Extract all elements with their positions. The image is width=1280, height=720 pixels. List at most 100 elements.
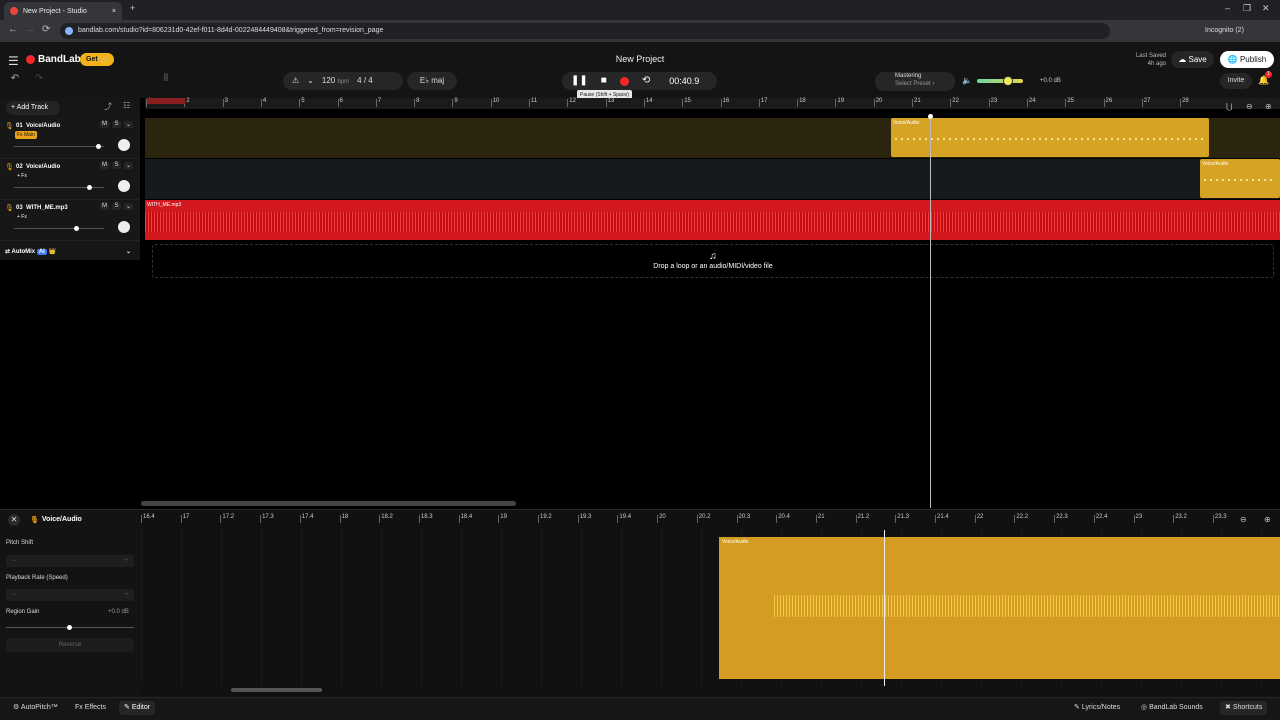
mute-button[interactable]: M [100,203,109,210]
undo-icon[interactable]: ↶ [6,73,24,84]
timeline-ruler[interactable]: 1234567891011121314151617181920212223242… [145,98,1280,109]
increase-icon[interactable]: + [124,555,128,567]
track-pan-knob[interactable] [118,180,130,192]
site-info-icon[interactable] [65,27,73,35]
track-chevron-icon[interactable]: ⌄ [124,203,133,210]
decrease-icon[interactable]: – [12,555,15,567]
pause-icon[interactable]: ❚❚ [571,72,588,90]
track-header-2[interactable]: 🎙 02 Voice/Audio M S ⌄ + Fx [0,159,140,200]
editor-audio-region[interactable]: Voice/Audio [719,537,1280,679]
save-button[interactable]: ☁ Save [1171,51,1214,68]
playhead-handle[interactable] [928,114,933,119]
master-volume-slider[interactable] [977,79,1023,83]
loop-icon[interactable]: ⟲ [642,72,650,90]
track-chevron-icon[interactable]: ⌄ [124,162,133,169]
time-signature[interactable]: 4 / 4 [357,72,373,90]
autopitch-button[interactable]: ⚙ AutoPitch™ [8,701,63,715]
incognito-label[interactable]: Incognito (2) [1205,23,1244,39]
drop-zone[interactable]: ♫ Drop a loop or an audio/MIDI/video fil… [152,244,1274,278]
audio-region-track2[interactable]: Voice/Audio [1200,159,1280,198]
audio-region-track1[interactable]: Voice/Audio [891,118,1209,157]
track-volume-slider[interactable] [14,185,104,190]
region-gain-knob[interactable] [67,625,72,630]
maximize-icon[interactable]: ❐ [1243,3,1251,14]
tempo-control[interactable]: ⚠ ⌄ 120 bpm 4 / 4 [283,72,403,90]
track-chevron-icon[interactable]: ⌄ [124,121,133,128]
pitch-shift-stepper[interactable]: – + [6,555,134,567]
zoom-out-icon[interactable]: ⊖ [1246,102,1253,111]
playback-rate-stepper[interactable]: – + [6,589,134,601]
master-volume-knob[interactable] [1003,76,1013,86]
automix-chevron-icon[interactable]: ⌄ [126,245,131,259]
mastering-button[interactable]: Mastering Select Preset › [875,72,955,91]
mute-button[interactable]: M [100,162,109,169]
editor-ruler[interactable]: 16.4 17 17.2 17.3 17.4 18 18.2 18.3 18.4 19 19.2 19… [141,510,1280,528]
editor-tab-button[interactable]: ✎ Editor [119,701,156,715]
loop-region-marker[interactable] [147,98,185,104]
invite-button[interactable]: Invite [1220,73,1252,89]
solo-button[interactable]: S [112,203,121,210]
bandlab-sounds-button[interactable]: ◎ BandLab Sounds [1136,701,1208,715]
stop-icon[interactable]: ■ [601,72,607,90]
timeline-scrollbar[interactable] [141,501,516,506]
track-pan-knob[interactable] [118,139,130,151]
publish-button[interactable]: 🌐 Publish [1220,51,1274,68]
notifications-button[interactable]: 🔔 1 [1258,71,1272,86]
automation-icon[interactable]: ⤴ [104,101,112,112]
key-selector[interactable]: E♭ maj [407,72,457,90]
editor-zoom-in-icon[interactable]: ⊕ [1264,515,1271,524]
automix-row[interactable]: ⇄ AutoMix AI 👑 ⌄ [0,245,140,259]
record-icon[interactable] [619,76,629,86]
track-volume-slider[interactable] [14,144,104,149]
effects-button[interactable]: Fx Effects [70,701,111,715]
grid-icon[interactable]: ⦀ [156,73,176,90]
track-pan-knob[interactable] [118,221,130,233]
increase-icon[interactable]: + [124,589,128,601]
audio-region-track3[interactable]: WITH_ME.mp3 [145,200,1280,240]
solo-button[interactable]: S [112,162,121,169]
back-icon[interactable]: ← [8,24,18,35]
track-volume-knob[interactable] [87,185,93,190]
volume-icon[interactable]: 🔈 [962,76,972,85]
fx-button[interactable]: + Fx [15,213,29,221]
track-name[interactable]: 02 Voice/Audio [16,164,60,170]
editor-playhead[interactable] [884,530,885,686]
minimize-icon[interactable]: – [1225,3,1230,13]
browser-tab[interactable]: New Project - Studio × [4,2,122,20]
track-name[interactable]: 03 WITH_ME.mp3 [16,205,68,211]
add-track-button[interactable]: + Add Track [6,101,60,115]
zoom-in-icon[interactable]: ⊕ [1265,102,1272,111]
editor-close-icon[interactable]: ✕ [8,514,20,526]
bpm-field[interactable]: 120 bpm [322,72,349,90]
track-volume-knob[interactable] [74,226,80,231]
decrease-icon[interactable]: – [12,589,15,601]
new-tab-button[interactable]: + [130,3,135,13]
shortcuts-button[interactable]: ✖ Shortcuts [1220,701,1268,715]
reverse-button[interactable]: Reverse [6,638,134,652]
editor-zoom-out-icon[interactable]: ⊖ [1240,515,1247,524]
track-header-1[interactable]: 🎙 01 Voice/Audio M S ⌄ Fx Main [0,118,140,159]
track-lane-2[interactable] [145,159,1280,199]
mute-button[interactable]: M [100,121,109,128]
track-volume-slider[interactable] [14,226,104,231]
track-settings-icon[interactable]: ☷ [123,101,130,110]
track-volume-knob[interactable] [95,144,101,149]
tempo-chevron-icon[interactable]: ⌄ [307,72,314,90]
metronome-icon[interactable]: ⚠ [292,72,299,90]
lyrics-notes-button[interactable]: ✎ Lyrics/Notes [1069,701,1125,715]
track-name[interactable]: 01 Voice/Audio [16,123,60,129]
tab-close-icon[interactable]: × [112,8,116,15]
editor-scrollbar[interactable] [231,688,322,692]
forward-icon[interactable]: → [25,24,35,35]
window-close-icon[interactable]: ✕ [1262,3,1270,14]
solo-button[interactable]: S [112,121,121,128]
url-field[interactable]: bandlab.com/studio?id=806231d0-42ef-f011… [60,23,1110,39]
project-title[interactable]: New Project [0,54,1280,64]
snap-magnet-icon[interactable]: ⋃ [1226,102,1233,111]
fx-button[interactable]: + Fx [15,172,29,180]
redo-icon[interactable]: ↷ [30,73,48,84]
reload-icon[interactable]: ⟳ [42,24,50,35]
fx-button[interactable]: Fx Main [15,131,37,139]
track-header-3[interactable]: 🎙 03 WITH_ME.mp3 M S ⌄ + Fx [0,200,140,241]
playhead[interactable] [930,115,931,508]
